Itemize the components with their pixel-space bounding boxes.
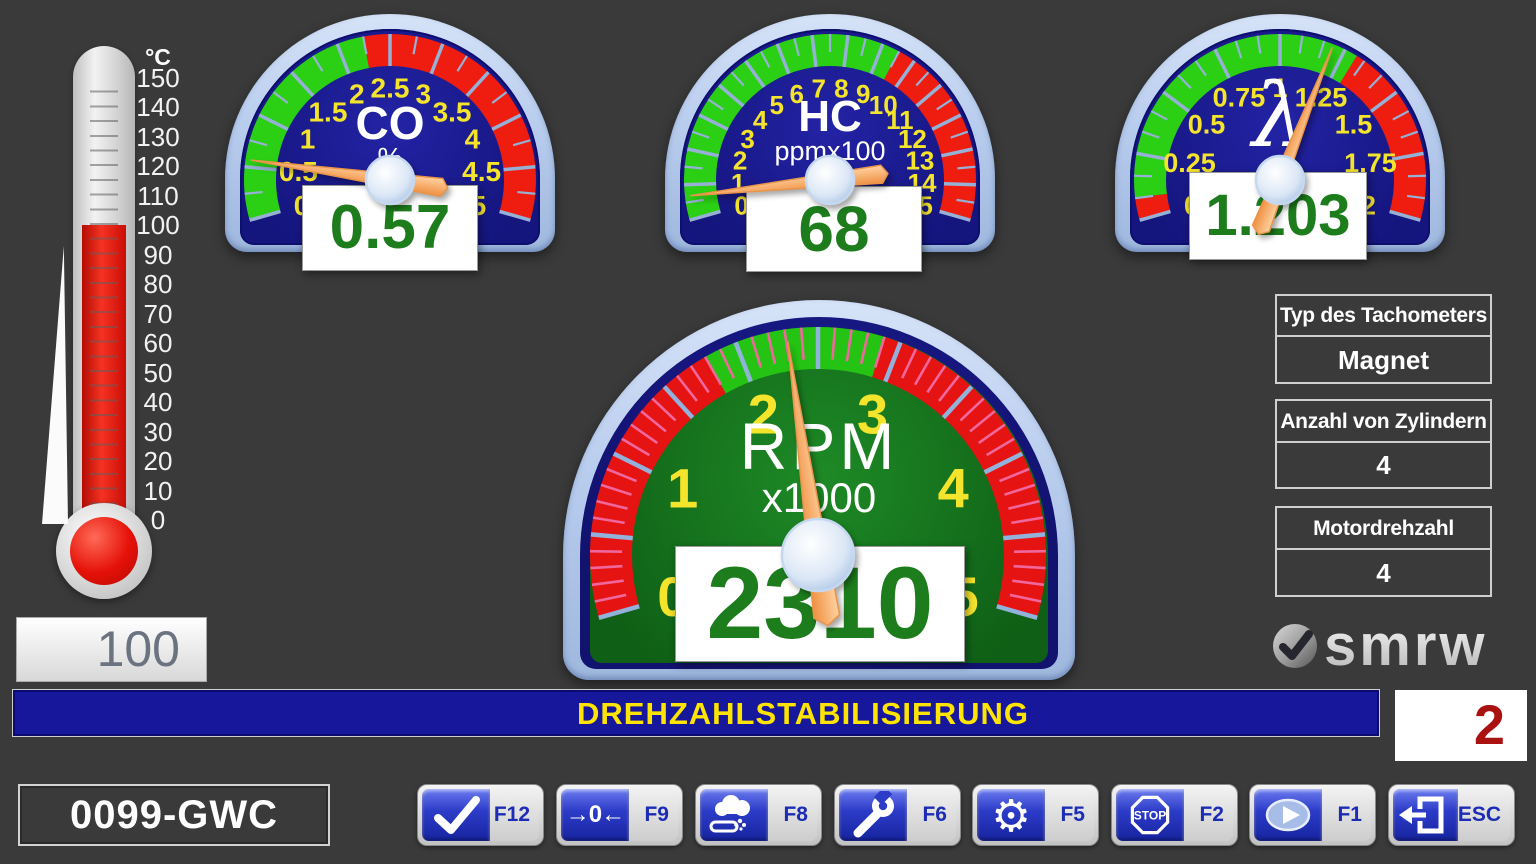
thermometer-scale-label: 130 (132, 122, 184, 153)
hc-gauge-title: HC (665, 92, 995, 142)
cylinder-count-value[interactable]: 4 (1275, 441, 1492, 489)
thermometer-scale-label: 150 (132, 63, 184, 94)
thermometer-scale-label: 30 (132, 417, 184, 448)
thermometer-scale-label: 0 (132, 505, 184, 536)
hc-gauge: 0123456789101112131415 HC ppmx100 68 (665, 12, 995, 267)
smrw-logo: smrw (1272, 616, 1488, 676)
stop-button[interactable]: STOP F2 (1111, 784, 1238, 846)
start-key-label: F1 (1322, 789, 1371, 841)
lambda-gauge-title: λ (1115, 64, 1445, 167)
svg-text:⚙: ⚙ (991, 791, 1030, 839)
thermometer-bulb (70, 517, 138, 585)
thermometer-scale-label: 80 (132, 269, 184, 300)
stop-icon: STOP (1116, 789, 1184, 841)
diagnostic-app-screen: °C 1501401301201101009080706050403020100… (0, 0, 1536, 864)
vehicle-plate-display: 0099-GWC (18, 784, 330, 846)
service-key-label: F6 (907, 789, 956, 841)
zero-key-label: F9 (629, 789, 678, 841)
thermometer-scale-label: 20 (132, 446, 184, 477)
thermometer-scale-label: 110 (132, 181, 184, 212)
status-message: DREHZAHLSTABILISIERUNG (577, 696, 1029, 732)
rpm-gauge-multiplier: x1000 (563, 474, 1075, 522)
co-gauge-unit: % (225, 142, 555, 174)
thermometer-tick-marks (90, 78, 118, 520)
lambda-value-display: 1.203 (1189, 172, 1367, 260)
play-icon (1254, 789, 1322, 841)
thermometer-scale: 1501401301201101009080706050403020100 (132, 0, 184, 600)
engine-speed-label: Motordrehzahl (1275, 506, 1492, 550)
wrench-icon (839, 789, 907, 841)
engine-speed-value[interactable]: 4 (1275, 548, 1492, 597)
lambda-gauge: 00.250.50.7511.251.51.752 λ 1.203 (1115, 12, 1445, 267)
settings-button[interactable]: ⚙ F5 (972, 784, 1099, 846)
exit-icon (1393, 789, 1458, 841)
service-button[interactable]: F6 (834, 784, 961, 846)
rpm-value-display: 2310 (675, 546, 965, 662)
thermometer-scale-label: 60 (132, 328, 184, 359)
co-value-display: 0.57 (302, 185, 478, 271)
hc-gauge-unit: ppmx100 (665, 136, 995, 167)
thermometer-scale-label: 140 (132, 92, 184, 123)
smrw-logo-check-icon (1272, 623, 1318, 669)
thermometer-scale-label: 40 (132, 387, 184, 418)
confirm-button[interactable]: F12 (417, 784, 544, 846)
svg-text:STOP: STOP (1134, 809, 1166, 823)
thermometer-scale-label: 10 (132, 476, 184, 507)
smrw-logo-text: smrw (1324, 619, 1488, 673)
temperature-value-display: 100 (16, 617, 207, 682)
zero-reset-icon: →0← (561, 789, 629, 841)
smoke-key-label: F8 (768, 789, 817, 841)
settings-key-label: F5 (1045, 789, 1094, 841)
zero-calibration-button[interactable]: →0← F9 (556, 784, 683, 846)
thermometer-scale-label: 90 (132, 240, 184, 271)
cylinder-count-label: Anzahl von Zylindern (1275, 399, 1492, 443)
gear-icon: ⚙ (977, 789, 1045, 841)
thermometer-scale-label: 100 (132, 210, 184, 241)
start-button[interactable]: F1 (1249, 784, 1376, 846)
phase-counter: 2 (1395, 690, 1527, 761)
stop-key-label: F2 (1184, 789, 1233, 841)
exit-key-label: ESC (1458, 789, 1510, 841)
check-icon (422, 789, 490, 841)
rpm-gauge: 012345 RPM x1000 2310 (563, 298, 1075, 683)
exit-button[interactable]: ESC (1388, 784, 1515, 846)
thermometer-scale-label: 120 (132, 151, 184, 182)
temperature-pointer-wedge (42, 246, 68, 524)
tachometer-type-label: Typ des Tachometers (1275, 294, 1492, 337)
tachometer-type-value[interactable]: Magnet (1275, 335, 1492, 384)
smoke-probe-icon (700, 789, 768, 841)
co-gauge: 00.511.522.533.544.55 CO % 0.57 (225, 12, 555, 267)
smoke-measure-button[interactable]: F8 (695, 784, 822, 846)
hc-value-display: 68 (746, 186, 922, 272)
thermometer-scale-label: 50 (132, 358, 184, 389)
thermometer-scale-label: 70 (132, 299, 184, 330)
rpm-gauge-title: RPM (563, 408, 1075, 484)
confirm-key-label: F12 (490, 789, 539, 841)
